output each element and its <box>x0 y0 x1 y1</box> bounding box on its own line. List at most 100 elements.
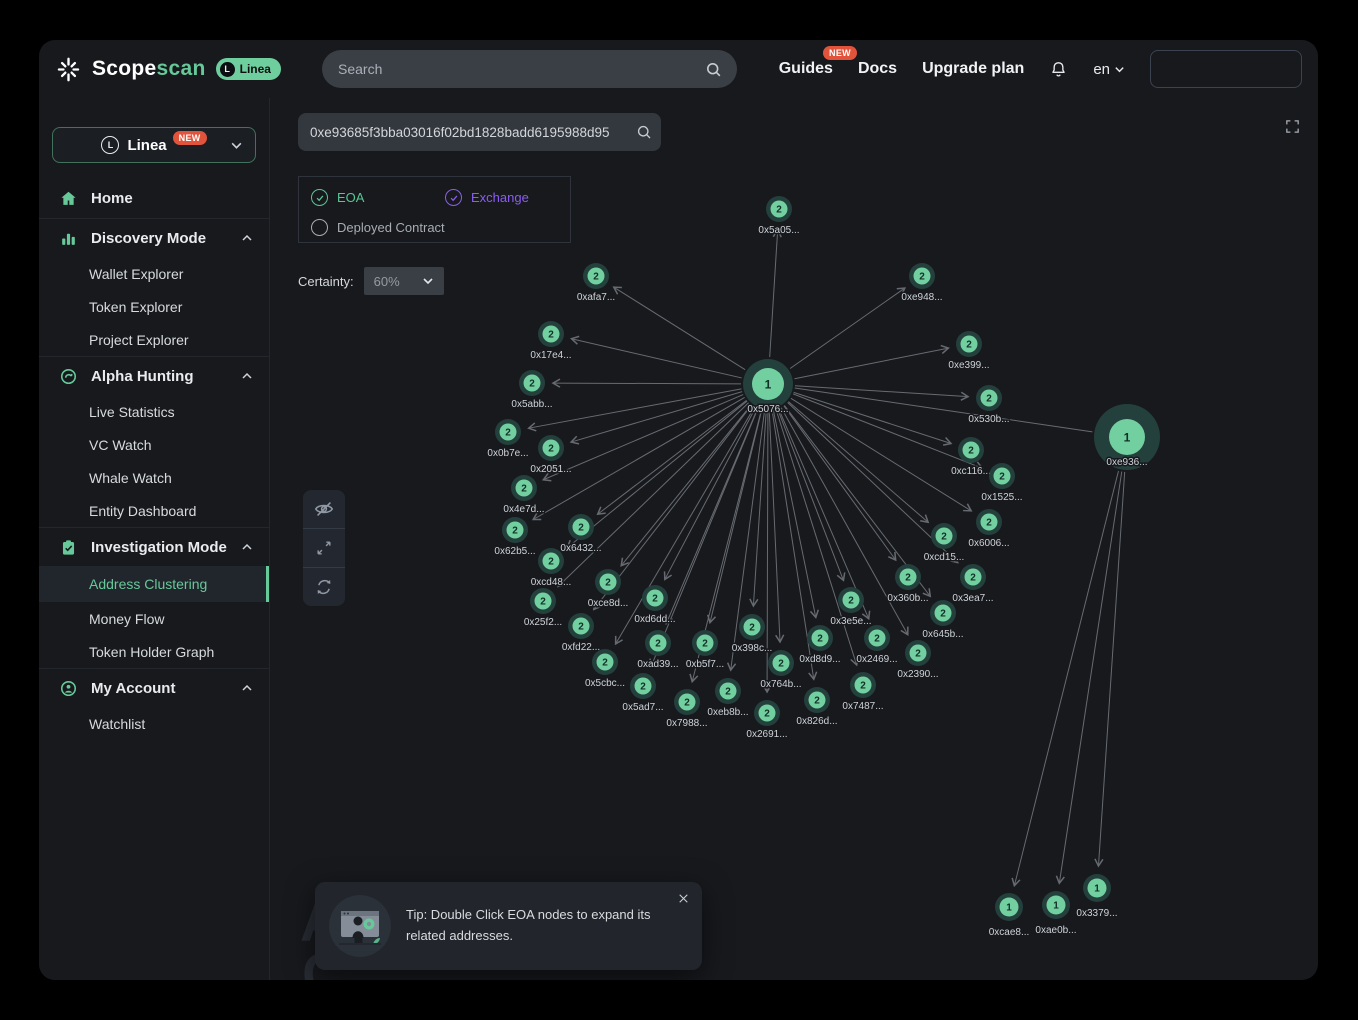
svg-text:0x0b7e...: 0x0b7e... <box>487 448 528 459</box>
graph-node-0xad39[interactable]: 20xad39... <box>637 630 678 670</box>
graph-edge <box>571 339 741 378</box>
graph-node-0x5a05[interactable]: 20x5a05... <box>758 196 799 236</box>
graph-node-0x5ad7[interactable]: 2 0x5ad7... <box>622 673 663 713</box>
svg-text:2: 2 <box>640 682 646 693</box>
graph-node-0x17e4[interactable]: 20x17e4... <box>530 321 571 361</box>
svg-text:2: 2 <box>548 444 554 455</box>
graph-node-0x5cbc[interactable]: 20x5cbc... <box>585 649 625 689</box>
svg-text:0xd6dd...: 0xd6dd... <box>634 614 675 625</box>
fullscreen-icon[interactable] <box>1284 118 1301 135</box>
svg-text:0x5ad7...: 0x5ad7... <box>622 702 663 713</box>
svg-text:2: 2 <box>966 340 972 351</box>
graph-node-0x3ea7[interactable]: 2 0x3ea7... <box>952 564 993 604</box>
graph-node-0x764b[interactable]: 2 0x764b... <box>760 650 801 690</box>
graph-node-0x7988[interactable]: 20x7988... <box>666 689 707 729</box>
graph-edge <box>553 383 741 384</box>
svg-text:2: 2 <box>548 557 554 568</box>
svg-text:0x1525...: 0x1525... <box>981 492 1022 503</box>
svg-text:0xe399...: 0xe399... <box>948 360 989 371</box>
svg-text:0xe936...: 0xe936... <box>1106 457 1147 468</box>
graph-node-0x62b5[interactable]: 20x62b5... <box>494 517 535 557</box>
svg-text:2: 2 <box>540 597 546 608</box>
graph-edge <box>533 397 744 519</box>
graph-node-0xe948[interactable]: 20xe948... <box>901 263 942 303</box>
graph-node-0x6006[interactable]: 20x6006... <box>968 509 1009 549</box>
svg-text:2: 2 <box>986 518 992 529</box>
graph-edge <box>769 411 780 642</box>
graph-node-0x7487[interactable]: 20x7487... <box>842 672 883 712</box>
graph-node-0x645b[interactable]: 20x645b... <box>922 600 963 640</box>
svg-text:2: 2 <box>778 659 784 670</box>
svg-text:0x5abb...: 0x5abb... <box>511 399 552 410</box>
legend-exchange-checkbox[interactable]: Exchange <box>445 189 529 206</box>
legend-deployed-contract-checkbox[interactable]: Deployed Contract <box>311 219 445 236</box>
graph-node-0x826d[interactable]: 20x826d... <box>796 687 837 727</box>
graph-edge <box>558 403 748 587</box>
graph-node-0x2390[interactable]: 20x2390... <box>897 640 938 680</box>
legend-eoa-checkbox[interactable]: EOA <box>311 189 364 206</box>
svg-text:2: 2 <box>593 272 599 283</box>
certainty-select[interactable]: 60% <box>364 267 444 295</box>
graph-node-0x5abb[interactable]: 2 0x5abb... <box>511 370 552 410</box>
graph-node-0xcd48[interactable]: 20xcd48... <box>531 548 572 588</box>
graph-node-0x3e5e[interactable]: 20x3e5e... <box>830 587 871 627</box>
graph-node-0xcae8[interactable]: 10xcae8... <box>989 893 1030 938</box>
svg-text:0xae0b...: 0xae0b... <box>1035 925 1076 936</box>
svg-text:0x3ea7...: 0x3ea7... <box>952 593 993 604</box>
graph-node-0xc116[interactable]: 20xc116... <box>951 437 991 477</box>
graph-edge <box>770 230 778 357</box>
graph-node-0x2691[interactable]: 2 0x2691... <box>746 700 787 740</box>
svg-text:1: 1 <box>1053 901 1059 912</box>
svg-text:2: 2 <box>548 330 554 341</box>
refresh-button[interactable] <box>303 567 345 606</box>
graph-node-0xafa7[interactable]: 20xafa7... <box>577 263 615 303</box>
graph-node-0x398c[interactable]: 20x398c... <box>732 614 773 654</box>
graph-edge <box>795 386 968 397</box>
svg-text:2: 2 <box>764 709 770 720</box>
graph-node-0xce8d[interactable]: 20xce8d... <box>588 569 629 609</box>
svg-text:0xce8d...: 0xce8d... <box>588 598 629 609</box>
svg-text:2: 2 <box>970 573 976 584</box>
svg-text:0x2051...: 0x2051... <box>530 464 571 475</box>
close-icon[interactable] <box>677 892 690 905</box>
graph-node-0x2051[interactable]: 2 0x2051... <box>530 435 571 475</box>
address-input[interactable] <box>308 124 649 141</box>
svg-text:0x764b...: 0x764b... <box>760 679 801 690</box>
graph-edge <box>753 411 766 606</box>
graph-node-0x25f2[interactable]: 20x25f2... <box>524 588 562 628</box>
svg-text:0x2390...: 0x2390... <box>897 669 938 680</box>
graph-node-0xae0b[interactable]: 1 0xae0b... <box>1035 891 1076 936</box>
svg-text:2: 2 <box>529 379 535 390</box>
graph-node-0xeb8b[interactable]: 20xeb8b... <box>707 678 748 718</box>
graph-node-0xb5f7[interactable]: 20xb5f7... <box>686 630 724 670</box>
graph-node-0x5076[interactable]: 10x5076... <box>743 359 793 415</box>
svg-text:1: 1 <box>1124 430 1131 444</box>
graph-node-0xcd15[interactable]: 20xcd15... <box>924 523 965 563</box>
graph-node-0x0b7e[interactable]: 20x0b7e... <box>487 419 528 459</box>
svg-text:2: 2 <box>940 609 946 620</box>
graph-node-0xe936[interactable]: 1 0xe936... <box>1094 404 1160 470</box>
svg-text:2: 2 <box>521 484 527 495</box>
svg-text:2: 2 <box>652 594 658 605</box>
graph-node-0xe399[interactable]: 2 0xe399... <box>948 331 989 371</box>
graph-node-0x530b[interactable]: 20x530b... <box>968 385 1009 425</box>
svg-text:2: 2 <box>702 639 708 650</box>
graph-node-0x4e7d[interactable]: 20x4e7d... <box>503 475 544 515</box>
cluster-graph[interactable]: 10x5076...10xe936...20x5a05...20xafa7...… <box>39 40 1318 980</box>
fit-view-button[interactable] <box>303 528 345 567</box>
hide-labels-button[interactable] <box>303 490 345 528</box>
svg-text:0xe948...: 0xe948... <box>901 292 942 303</box>
graph-edge <box>571 392 742 442</box>
graph-node-0x360b[interactable]: 20x360b... <box>887 564 928 604</box>
graph-node-0xfd22[interactable]: 20xfd22... <box>562 613 600 653</box>
search-icon[interactable] <box>635 123 653 141</box>
graph-node-0xd6dd[interactable]: 2 0xd6dd... <box>634 585 675 625</box>
svg-text:0x2691...: 0x2691... <box>746 729 787 740</box>
graph-node-0x6432[interactable]: 20x6432... <box>560 514 601 554</box>
graph-node-0x3379[interactable]: 10x3379... <box>1076 874 1117 919</box>
svg-text:2: 2 <box>512 526 518 537</box>
graph-node-0xd8d9[interactable]: 20xd8d9... <box>799 625 840 665</box>
graph-edge <box>1059 472 1121 884</box>
svg-text:0x5076...: 0x5076... <box>747 404 788 415</box>
graph-node-0x2469[interactable]: 20x2469... <box>856 625 897 665</box>
